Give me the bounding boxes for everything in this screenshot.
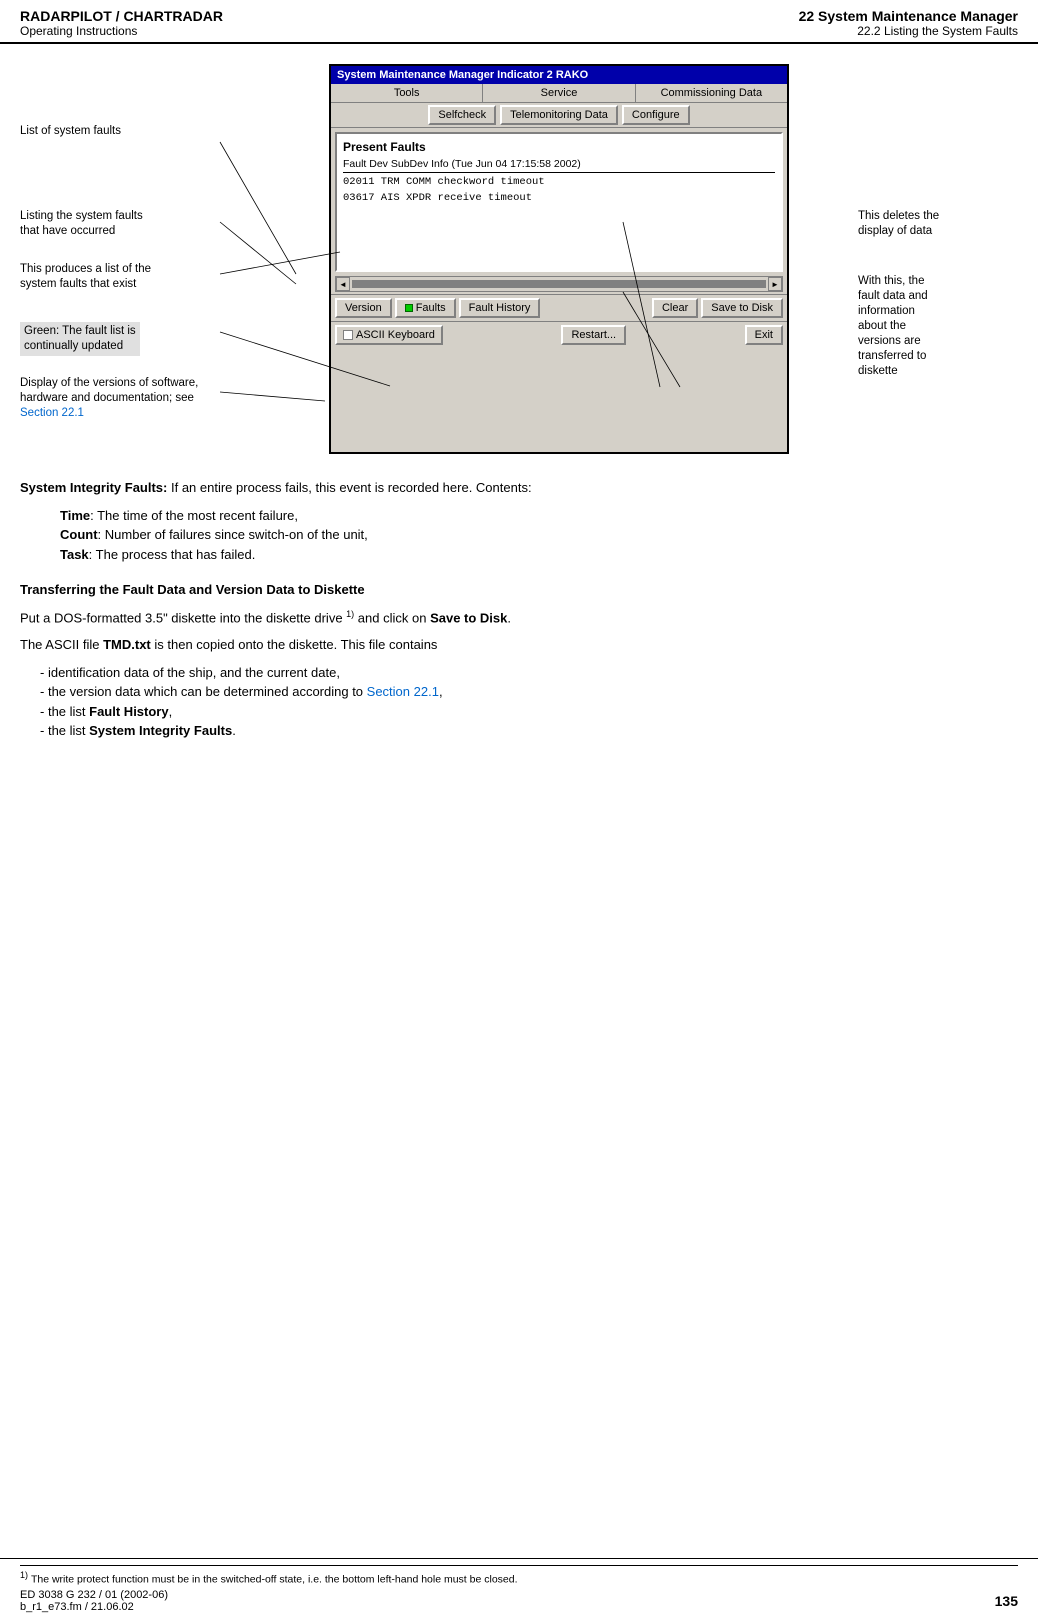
transfer-list: identification data of the ship, and the… [40,663,1018,741]
list-item-4: the list System Integrity Faults. [40,721,1018,741]
footnote-ref: 1) [346,609,354,619]
ui-main-panel: Present Faults Fault Dev SubDev Info (Tu… [335,132,783,272]
menu-tools[interactable]: Tools [331,84,483,102]
version-tab[interactable]: Version [335,298,392,318]
fault-row-2: 03617 AIS XPDR receive timeout [343,191,775,207]
configure-button[interactable]: Configure [622,105,690,125]
main-content: List of system faults Listing the system… [0,44,1038,767]
header-right-title: 22 System Maintenance Manager [799,8,1018,24]
annotation-deletes: This deletes thedisplay of data [858,209,939,239]
footer-file: b_r1_e73.fm / 21.06.02 [20,1601,168,1613]
annotation-produces-list: This produces a list of thesystem faults… [20,262,151,292]
bottom-row: ASCII Keyboard Restart... Exit [331,321,787,348]
list-item-3: the list Fault History, [40,702,1018,722]
transfer-heading: Transferring the Fault Data and Version … [20,580,1018,600]
fault-history-tab[interactable]: Fault History [459,298,541,318]
task-item: Task: The process that has failed. [60,545,1018,565]
header-left: RADARPILOT / CHARTRADAR Operating Instru… [20,8,223,38]
clear-button[interactable]: Clear [652,298,698,318]
diagram-area: List of system faults Listing the system… [20,64,1018,454]
list-item-1: identification data of the ship, and the… [40,663,1018,683]
annotation-listing-faults: Listing the system faultsthat have occur… [20,209,143,239]
footnote-num: 1) [20,1570,28,1580]
scrollbar-area: ◄ ► [335,276,783,292]
header-subtitle: Operating Instructions [20,24,223,38]
panel-title: Present Faults [343,140,775,154]
ui-titlebar: System Maintenance Manager Indicator 2 R… [331,66,787,84]
faults-green-indicator [405,304,413,312]
page-header: RADARPILOT / CHARTRADAR Operating Instru… [0,0,1038,44]
bottom-tabs-row: Version Faults Fault History Clear Save … [331,294,787,321]
save-to-disk-button[interactable]: Save to Disk [701,298,783,318]
section-22-1-link-left[interactable]: Section 22.1 [20,407,84,419]
menu-commissioning[interactable]: Commissioning Data [636,84,787,102]
footer-note: 1) The write protect function must be in… [20,1565,1018,1586]
selfcheck-button[interactable]: Selfcheck [428,105,496,125]
annotations-right: This deletes thedisplay of data With thi… [858,64,1018,454]
ui-menubar: Tools Service Commissioning Data [331,84,787,103]
ui-window-container: System Maintenance Manager Indicator 2 R… [260,64,858,454]
page-footer: 1) The write protect function must be in… [0,1558,1038,1619]
page-number: 135 [995,1593,1018,1609]
scroll-track [352,280,766,288]
header-title: RADARPILOT / CHARTRADAR [20,8,223,24]
faults-tab[interactable]: Faults [395,298,456,318]
transfer-p2: The ASCII file TMD.txt is then copied on… [20,635,1018,655]
header-right-sub: 22.2 Listing the System Faults [799,24,1018,38]
integrity-paragraph: System Integrity Faults: If an entire pr… [20,478,1018,498]
annotation-list-system-faults: List of system faults [20,124,121,139]
annotation-green: Green: The fault list iscontinually upda… [20,322,140,356]
ascii-keyboard-button[interactable]: ASCII Keyboard [335,325,443,345]
annotation-versions: Display of the versions of software, har… [20,376,198,421]
ui-window: System Maintenance Manager Indicator 2 R… [329,64,789,454]
header-right: 22 System Maintenance Manager 22.2 Listi… [799,8,1018,38]
footer-bottom: ED 3038 G 232 / 01 (2002-06) b_r1_e73.fm… [20,1589,1018,1613]
annotation-transfer: With this, thefault data andinformationa… [858,274,928,379]
body-integrity-section: System Integrity Faults: If an entire pr… [20,478,1018,564]
scroll-right-button[interactable]: ► [768,277,782,291]
body-transfer-section: Transferring the Fault Data and Version … [20,580,1018,741]
footer-edition: ED 3038 G 232 / 01 (2002-06) [20,1589,168,1601]
restart-button[interactable]: Restart... [561,325,626,345]
transfer-p1: Put a DOS-formatted 3.5" diskette into t… [20,608,1018,628]
telemonitoring-button[interactable]: Telemonitoring Data [500,105,618,125]
time-item: Time: The time of the most recent failur… [60,506,1018,526]
scroll-left-button[interactable]: ◄ [336,277,350,291]
section-22-1-link[interactable]: Section 22.1 [367,684,439,699]
ui-toolbar: Selfcheck Telemonitoring Data Configure [331,103,787,128]
footer-edition-info: ED 3038 G 232 / 01 (2002-06) b_r1_e73.fm… [20,1589,168,1613]
annotations-left: List of system faults Listing the system… [20,64,260,454]
integrity-items: Time: The time of the most recent failur… [20,506,1018,565]
fault-row-1: 02011 TRM COMM checkword timeout [343,175,775,191]
panel-header-row: Fault Dev SubDev Info (Tue Jun 04 17:15:… [343,158,775,173]
exit-button[interactable]: Exit [745,325,783,345]
list-item-2: the version data which can be determined… [40,682,1018,702]
menu-service[interactable]: Service [483,84,635,102]
ascii-checkbox [343,330,353,340]
count-item: Count: Number of failures since switch-o… [60,525,1018,545]
integrity-heading: System Integrity Faults: [20,480,167,495]
